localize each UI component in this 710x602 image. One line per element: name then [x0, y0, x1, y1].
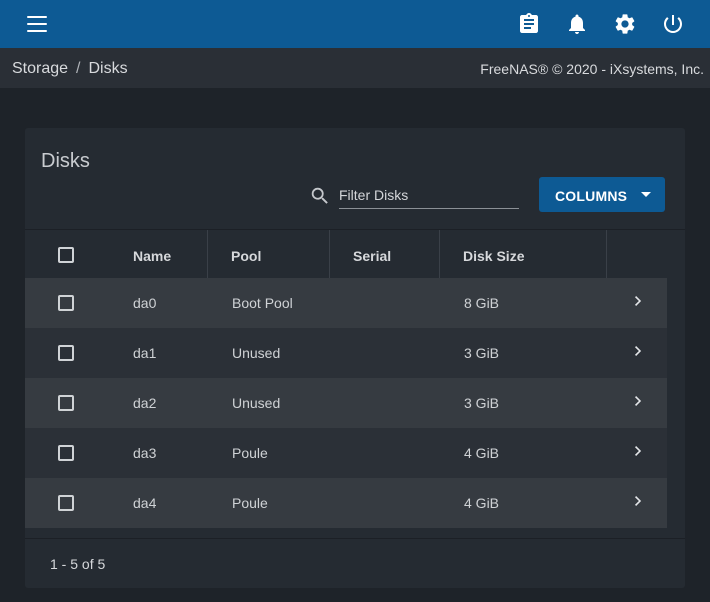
- breadcrumb-storage[interactable]: Storage: [12, 60, 68, 77]
- disks-card: Disks COLUMNS Name Pool Serial Disk Size…: [25, 128, 685, 588]
- clipboard-icon[interactable]: [517, 12, 541, 36]
- cell-name: da0: [133, 295, 157, 311]
- table-row[interactable]: da3 Poule 4 GiB: [25, 428, 667, 478]
- cell-pool: Poule: [232, 445, 268, 461]
- table-body: da0 Boot Pool 8 GiB da1 Unused 3 GiB da2…: [25, 278, 667, 528]
- search-icon: [309, 185, 331, 207]
- caret-down-icon: [641, 192, 651, 197]
- breadcrumb-bar: Storage / Disks FreeNAS® © 2020 - iXsystem…: [0, 48, 710, 88]
- cell-pool: Poule: [232, 495, 268, 511]
- pagination-range: 1 - 5 of 5: [50, 556, 106, 572]
- header-disk-size[interactable]: Disk Size: [463, 248, 524, 264]
- column-divider: [329, 230, 330, 279]
- row-checkbox[interactable]: [58, 445, 74, 461]
- row-checkbox[interactable]: [58, 345, 74, 361]
- table-row[interactable]: da2 Unused 3 GiB: [25, 378, 667, 428]
- cell-name: da4: [133, 495, 157, 511]
- power-icon[interactable]: [661, 12, 685, 36]
- row-checkbox[interactable]: [58, 295, 74, 311]
- breadcrumb: Storage / Disks: [12, 60, 128, 78]
- cell-disk-size: 3 GiB: [464, 395, 500, 411]
- breadcrumb-disks: Disks: [88, 60, 128, 77]
- header-name[interactable]: Name: [133, 248, 171, 264]
- cell-disk-size: 3 GiB: [464, 345, 500, 361]
- cell-name: da3: [133, 445, 157, 461]
- chevron-right-icon[interactable]: [633, 344, 643, 358]
- column-divider: [207, 230, 208, 279]
- filter-disks-input[interactable]: [339, 182, 519, 209]
- cell-disk-size: 8 GiB: [464, 295, 500, 311]
- gear-icon[interactable]: [613, 12, 637, 36]
- menu-icon[interactable]: [24, 14, 50, 34]
- columns-button[interactable]: COLUMNS: [539, 177, 665, 212]
- header-pool[interactable]: Pool: [231, 248, 261, 264]
- table-header: Name Pool Serial Disk Size: [25, 229, 685, 279]
- chevron-right-icon[interactable]: [633, 394, 643, 408]
- column-divider: [606, 230, 607, 279]
- columns-button-label: COLUMNS: [555, 188, 628, 204]
- cell-disk-size: 4 GiB: [464, 495, 500, 511]
- header-serial[interactable]: Serial: [353, 248, 391, 264]
- table-scrollbar[interactable]: [667, 278, 685, 528]
- table-row[interactable]: da0 Boot Pool 8 GiB: [25, 278, 667, 328]
- bell-icon[interactable]: [565, 12, 589, 36]
- table-row[interactable]: da4 Poule 4 GiB: [25, 478, 667, 528]
- column-divider: [439, 230, 440, 279]
- chevron-right-icon[interactable]: [633, 294, 643, 308]
- chevron-right-icon[interactable]: [633, 494, 643, 508]
- select-all-checkbox[interactable]: [58, 247, 74, 263]
- top-toolbar: [0, 0, 710, 48]
- chevron-right-icon[interactable]: [633, 444, 643, 458]
- cell-name: da2: [133, 395, 157, 411]
- row-checkbox[interactable]: [58, 395, 74, 411]
- copyright-text: FreeNAS® © 2020 - iXsystems, Inc.: [480, 61, 704, 77]
- cell-pool: Unused: [232, 395, 281, 411]
- cell-disk-size: 4 GiB: [464, 445, 500, 461]
- cell-name: da1: [133, 345, 157, 361]
- cell-pool: Unused: [232, 345, 281, 361]
- page-title: Disks: [41, 150, 90, 172]
- table-row[interactable]: da1 Unused 3 GiB: [25, 328, 667, 378]
- breadcrumb-separator: /: [76, 60, 81, 77]
- cell-pool: Boot Pool: [232, 295, 293, 311]
- row-checkbox[interactable]: [58, 495, 74, 511]
- footer-divider: [25, 538, 685, 539]
